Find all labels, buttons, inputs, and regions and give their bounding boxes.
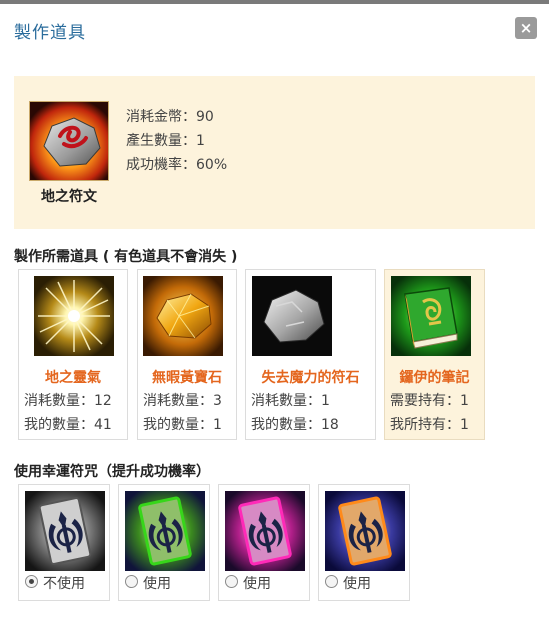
charm-radio[interactable] (25, 575, 38, 588)
orange-charm-card-icon (325, 491, 405, 571)
charm-radio[interactable] (325, 575, 338, 588)
success-rate-text: 成功機率：60% (126, 157, 228, 173)
charm-label: 使用 (143, 576, 171, 592)
gray-charm-card-icon (25, 491, 105, 571)
charm-option-pink[interactable]: 使用 (218, 484, 310, 601)
charm-option-orange[interactable]: 使用 (318, 484, 410, 601)
material-owned: 我的數量：18 (251, 417, 339, 433)
material-owned: 我的數量：1 (143, 417, 222, 433)
material-owned: 我所持有：1 (390, 417, 469, 433)
material-required: 需要持有：1 (390, 393, 469, 409)
powerless-rune-stone-icon (252, 276, 332, 356)
charm-option-green[interactable]: 使用 (118, 484, 210, 601)
material-card-powerless-rune-stone[interactable]: 失去魔力的符石 消耗數量：1 我的數量：18 (245, 269, 376, 440)
material-name: 地之靈氣 (45, 370, 101, 386)
product-name: 地之符文 (41, 189, 97, 205)
product-stats: 消耗金幣：90 產生數量：1 成功機率：60% (126, 105, 227, 177)
output-text: 產生數量：1 (126, 133, 205, 149)
material-owned: 我的數量：41 (24, 417, 112, 433)
earth-rune-icon (29, 101, 109, 181)
green-notebook-icon (391, 276, 471, 356)
material-consume: 消耗數量：3 (143, 393, 222, 409)
charm-radio[interactable] (125, 575, 138, 588)
material-consume: 消耗數量：12 (24, 393, 112, 409)
material-card-flawless-topaz[interactable]: 無暇黃寶石 消耗數量：3 我的數量：1 (137, 269, 237, 440)
earth-aura-icon (34, 276, 114, 356)
charm-label: 使用 (343, 576, 371, 592)
material-name: 無暇黃寶石 (152, 370, 222, 386)
charm-option-none[interactable]: 不使用 (18, 484, 110, 601)
materials-section-title: 製作所需道具 ( 有色道具不會消失 ) (14, 249, 238, 265)
material-consume: 消耗數量：1 (251, 393, 330, 409)
cost-text: 消耗金幣：90 (126, 109, 214, 125)
pink-charm-card-icon (225, 491, 305, 571)
charm-label: 使用 (243, 576, 271, 592)
material-name: 失去魔力的符石 (261, 370, 360, 386)
close-button[interactable]: × (515, 17, 537, 39)
charm-section-title: 使用幸運符咒（提升成功機率） (14, 464, 210, 480)
charm-label: 不使用 (43, 576, 85, 592)
material-card-earth-aura[interactable]: 地之靈氣 消耗數量：12 我的數量：41 (18, 269, 128, 440)
product-panel: 地之符文 消耗金幣：90 產生數量：1 成功機率：60% (14, 76, 535, 229)
dialog-title: 製作道具 (14, 23, 86, 43)
window-top-border (0, 0, 549, 4)
material-card-notebook[interactable]: 鑼伊的筆記 需要持有：1 我所持有：1 (384, 269, 485, 440)
green-charm-card-icon (125, 491, 205, 571)
charm-radio[interactable] (225, 575, 238, 588)
material-name: 鑼伊的筆記 (399, 370, 470, 386)
flawless-topaz-icon (143, 276, 223, 356)
